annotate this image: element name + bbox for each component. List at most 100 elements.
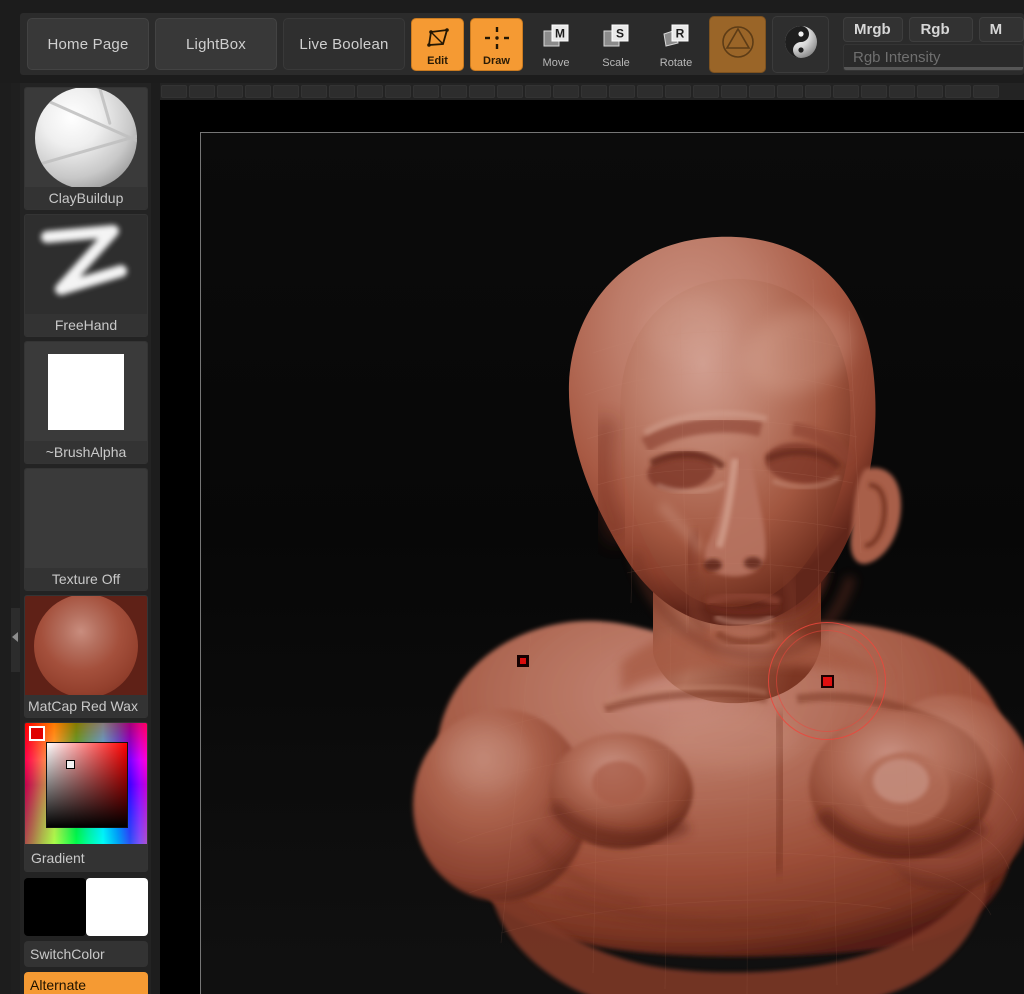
color-picker[interactable]: Gradient	[24, 722, 148, 872]
quick-slot[interactable]	[721, 85, 747, 98]
sidebar-collapse-handle[interactable]	[11, 608, 20, 672]
quick-slot[interactable]	[917, 85, 943, 98]
quick-slot[interactable]	[329, 85, 355, 98]
clay-sphere-thumb	[25, 88, 147, 189]
menu-lightbox-label: LightBox	[186, 35, 246, 53]
svg-text:S: S	[616, 26, 624, 40]
quick-slot[interactable]	[385, 85, 411, 98]
menu-live-boolean[interactable]: Live Boolean	[283, 18, 405, 70]
primary-color-swatch[interactable]	[24, 878, 86, 936]
menu-live-boolean-label: Live Boolean	[299, 35, 389, 53]
mrgb-button[interactable]: Mrgb	[843, 17, 904, 42]
left-shelf: ClayBuildup FreeHand ~BrushAlpha Texture…	[20, 83, 151, 994]
quick-slot[interactable]	[693, 85, 719, 98]
switch-color-button[interactable]: SwitchColor	[24, 941, 148, 967]
sidebar-item-brush-claybuildup[interactable]: ClayBuildup	[24, 87, 148, 210]
color-swatch-row	[24, 878, 148, 936]
red-wax-sphere-thumb	[25, 596, 147, 698]
m-label: M	[989, 21, 1003, 38]
quick-slot[interactable]	[665, 85, 691, 98]
quick-slot[interactable]	[973, 85, 999, 98]
rgb-chip-row: Mrgb Rgb M	[843, 17, 1024, 42]
svg-text:R: R	[676, 26, 685, 40]
quick-slot-strip	[160, 83, 1024, 100]
alternate-button[interactable]: Alternate	[24, 972, 148, 994]
zbrush-document[interactable]	[200, 132, 1024, 994]
menu-home-page[interactable]: Home Page	[27, 18, 149, 70]
white-square-thumb	[25, 342, 147, 441]
matcap-sphere-button[interactable]	[772, 15, 829, 73]
move-label: Move	[542, 56, 570, 69]
sidebar-item-stroke-freehand[interactable]: FreeHand	[24, 214, 148, 337]
scale-s-icon: S	[589, 21, 643, 51]
gradient-label: Gradient	[25, 844, 147, 871]
draw-mode-label: Draw	[483, 54, 510, 67]
top-toolbar-inner: Home Page LightBox Live Boolean Edit Dra…	[20, 13, 1024, 75]
menu-lightbox[interactable]: LightBox	[155, 18, 277, 70]
texture-off-label: Texture Off	[25, 568, 147, 590]
sv-marker[interactable]	[66, 760, 75, 769]
rgb-button[interactable]: Rgb	[909, 17, 973, 42]
empty-thumb	[25, 469, 147, 568]
material-sphere-button[interactable]	[709, 15, 766, 73]
zbrush-app-window: Home Page LightBox Live Boolean Edit Dra…	[0, 0, 1024, 994]
m-button[interactable]: M	[978, 17, 1024, 42]
quick-slot[interactable]	[245, 85, 271, 98]
dashed-cross-icon	[471, 25, 522, 51]
rgb-label: Rgb	[920, 21, 950, 38]
quick-slot[interactable]	[189, 85, 215, 98]
scale-button[interactable]: S Scale	[589, 18, 643, 71]
rgb-intensity-fill	[844, 67, 1023, 70]
quick-slot[interactable]	[161, 85, 187, 98]
draw-mode-button[interactable]: Draw	[470, 17, 523, 71]
quick-slot[interactable]	[273, 85, 299, 98]
quick-slot[interactable]	[609, 85, 635, 98]
quick-slot[interactable]	[441, 85, 467, 98]
sidebar-collapse-rail[interactable]	[11, 83, 20, 994]
secondary-color-swatch[interactable]	[86, 878, 148, 936]
brush-claybuildup-label: ClayBuildup	[25, 187, 147, 209]
quick-slot[interactable]	[637, 85, 663, 98]
quick-slot[interactable]	[413, 85, 439, 98]
mrgb-label: Mrgb	[854, 21, 891, 38]
quick-slot[interactable]	[525, 85, 551, 98]
rotate-button[interactable]: R Rotate	[649, 18, 703, 71]
stroke-freehand-label: FreeHand	[25, 314, 147, 336]
saturation-value-field[interactable]	[46, 742, 128, 828]
quick-slot[interactable]	[861, 85, 887, 98]
quick-slot[interactable]	[553, 85, 579, 98]
svg-text:M: M	[555, 26, 565, 40]
quick-slot[interactable]	[469, 85, 495, 98]
quick-slot[interactable]	[301, 85, 327, 98]
circle-triangle-icon	[718, 22, 758, 67]
rgb-intensity-slider[interactable]: Rgb Intensity	[843, 44, 1024, 71]
scale-label: Scale	[602, 56, 630, 69]
male-bust-sculpt	[201, 133, 1024, 994]
quick-slot[interactable]	[497, 85, 523, 98]
menu-home-page-label: Home Page	[47, 35, 129, 53]
edit-mode-button[interactable]: Edit	[411, 17, 464, 71]
canvas-background[interactable]	[160, 100, 1024, 994]
freehand-stroke-thumb	[25, 215, 147, 314]
quick-slot[interactable]	[749, 85, 775, 98]
alternate-label: Alternate	[30, 977, 87, 993]
move-button[interactable]: M Move	[529, 18, 583, 71]
yin-yang-sphere-icon	[780, 21, 822, 68]
quick-slot[interactable]	[833, 85, 859, 98]
quick-slot[interactable]	[217, 85, 243, 98]
chevron-left-icon	[12, 632, 18, 642]
sidebar-item-alpha-brushalpha[interactable]: ~BrushAlpha	[24, 341, 148, 464]
quick-slot[interactable]	[777, 85, 803, 98]
sidebar-item-texture-off[interactable]: Texture Off	[24, 468, 148, 591]
quick-slot[interactable]	[581, 85, 607, 98]
quick-slot[interactable]	[945, 85, 971, 98]
switch-color-label: SwitchColor	[30, 946, 105, 962]
quick-slot[interactable]	[805, 85, 831, 98]
hue-marker[interactable]	[29, 726, 45, 741]
alpha-brushalpha-label: ~BrushAlpha	[25, 441, 147, 463]
rotate-label: Rotate	[659, 56, 693, 69]
sidebar-item-material-matcap-red-wax[interactable]: MatCap Red Wax	[24, 595, 148, 718]
quick-slot[interactable]	[889, 85, 915, 98]
move-m-icon: M	[529, 21, 583, 51]
quick-slot[interactable]	[357, 85, 383, 98]
